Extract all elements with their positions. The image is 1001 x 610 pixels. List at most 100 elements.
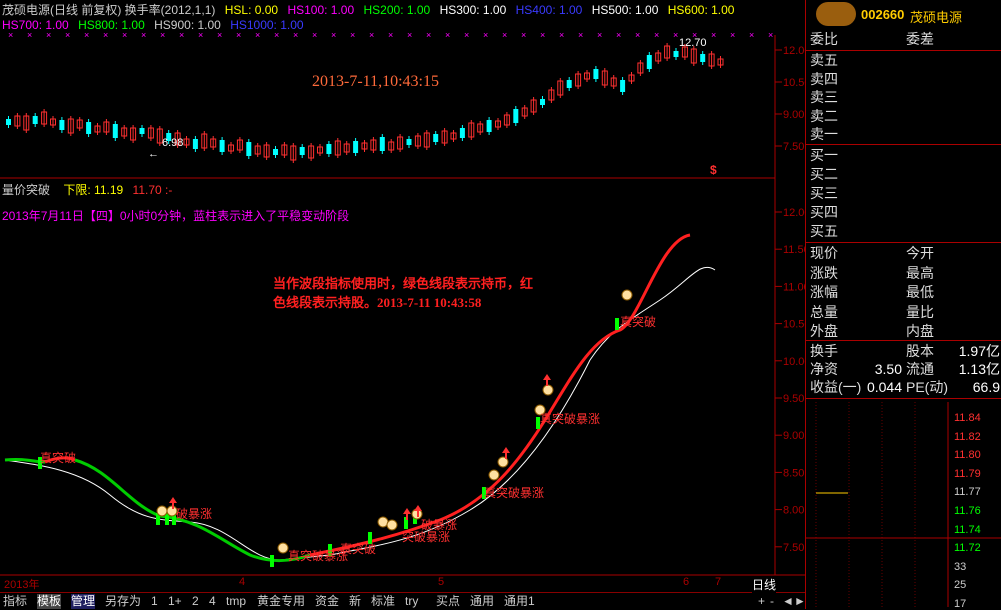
weicha-label: 委差 [906, 31, 934, 47]
quote-stat-label: 内盘 [906, 323, 934, 339]
stock-name[interactable]: 茂硕电源 [910, 7, 962, 26]
signal-x-marker: × [84, 30, 89, 40]
tab-0[interactable]: 指标 [3, 594, 27, 609]
money-bag-icon [277, 542, 289, 554]
money-bag-icon [488, 469, 500, 481]
tab-3[interactable]: 另存为 [105, 594, 141, 609]
signal-x-marker: × [388, 30, 393, 40]
quote-stat-label: 最低 [906, 284, 934, 300]
mini-tick-label: 33 [954, 560, 967, 573]
low-arrow-icon: ← [148, 148, 159, 160]
quote-stat-label: 现价 [810, 245, 838, 261]
indicator-info-line: 2013年7月11日【四】0小时0分钟，蓝柱表示进入了平稳变动阶段 [2, 209, 350, 223]
candle [219, 140, 225, 152]
candle [326, 144, 332, 154]
candle [406, 139, 412, 145]
tab-10[interactable]: 资金 [315, 594, 339, 609]
sell-level-label: 卖四 [810, 70, 838, 87]
tab-6[interactable]: 2 [192, 594, 199, 609]
tab-13[interactable]: try [405, 594, 418, 609]
signal-markers: × × × × × × × × × × × × × × × × × × × × × × × × × × × × × × × × × × × × × × × ×… [8, 30, 773, 40]
nav-button-2[interactable]: ◄ [782, 594, 794, 609]
tab-7[interactable]: 4 [209, 594, 216, 609]
signal-x-marker: × [46, 30, 51, 40]
signal-label: 真突破 [620, 315, 657, 329]
tab-5[interactable]: 1+ [168, 594, 182, 609]
candle [353, 141, 359, 153]
money-bag-icon [156, 505, 168, 517]
tab-8[interactable]: tmp [226, 594, 246, 609]
tab-4[interactable]: 1 [151, 594, 158, 609]
signal-bar [270, 555, 274, 567]
low-price-label: 6.98 [162, 137, 184, 149]
candle [700, 54, 706, 62]
mini-tick-label: 11.72 [954, 542, 981, 555]
signal-x-marker: × [274, 30, 279, 40]
indicator-name[interactable]: 量价突破 [2, 183, 50, 197]
candle [673, 51, 679, 57]
signal-x-marker: × [255, 30, 260, 40]
high-price-label: 12.70 [679, 37, 707, 49]
signal-x-marker: × [483, 30, 488, 40]
signal-x-marker: × [749, 30, 754, 40]
mini-tick-label: 11.84 [954, 412, 981, 424]
money-bag-icon [542, 384, 554, 396]
signal-label: 突破暴涨 [402, 530, 451, 544]
sell-level-label: 卖二 [810, 107, 838, 124]
signal-x-marker: × [502, 30, 507, 40]
signal-x-marker: × [559, 30, 564, 40]
candle [139, 128, 145, 134]
nav-button-1[interactable]: - [770, 594, 774, 609]
indicator-tick-label: 9.00 [783, 430, 804, 442]
signal-x-marker: × [122, 30, 127, 40]
nav-button-3[interactable]: ► [794, 594, 806, 609]
indicator-tick-label: 12.00 [783, 207, 805, 219]
lower-limit-value: 11.19 [94, 183, 124, 197]
candle [192, 139, 198, 149]
indicator-tick-label: 8.00 [783, 505, 804, 517]
indicator-tick-label: 11.00 [783, 281, 805, 293]
tab-1[interactable]: 模板 [37, 594, 62, 609]
tab-12[interactable]: 标准 [371, 594, 395, 609]
period-selector[interactable]: 日线 [752, 578, 777, 593]
template-tabs: 指标 模板 管理 另存为 1 1+ 2 4 tmp 黄金专用 资金新标准 try 买点 通用 通用1 日线 … [0, 578, 806, 610]
indicator-tick-label: 10.00 [783, 356, 805, 368]
quote-stat-label: 总量 [810, 303, 838, 320]
tab-14[interactable]: 买点 [436, 594, 460, 609]
tab-11[interactable]: 新 [349, 594, 361, 609]
tab-15[interactable]: 通用 [470, 594, 494, 609]
candlesticks [6, 43, 724, 163]
tab-16[interactable]: 通用1 [504, 594, 535, 609]
nav-button-0[interactable]: + [758, 594, 765, 609]
mini-tick-label: 11.74 [954, 523, 981, 536]
tab-9[interactable]: 黄金专用 [257, 594, 305, 609]
signal-x-marker: × [103, 30, 108, 40]
stock-code[interactable]: 002660 [861, 7, 904, 22]
quote-stat-label: 今开 [906, 245, 934, 261]
signal-bar [615, 318, 619, 330]
chart-timestamp: 2013-7-11,10:43:15 [312, 73, 439, 90]
candle [112, 124, 118, 138]
mini-tick-label: 11.77 [954, 486, 981, 499]
quote-stat-label: 外盘 [810, 323, 838, 339]
liutong-value: 1.13亿 [958, 361, 1000, 377]
mini-tick-label: 25 [954, 579, 967, 592]
upper-limit-value: 11.70 [132, 183, 162, 197]
x-label-5: 5 [438, 576, 445, 588]
signal-label: 破暴涨 [176, 507, 213, 521]
candle [59, 120, 65, 130]
indicator-tail: :- [165, 183, 173, 197]
tab-2[interactable]: 管理 [71, 594, 96, 609]
indicator-header: 量价突破 下限: 11.19 11.70 :- [2, 181, 172, 198]
shouyi-label: 收益(一) [810, 379, 862, 395]
lower-limit-label: 下限: [63, 183, 91, 197]
upper-price-axis: 12.00 10.50 9.00 7.50 [775, 45, 805, 153]
candle [6, 119, 11, 125]
x-label-4: 4 [239, 576, 246, 588]
signal-x-marker: × [350, 30, 355, 40]
signal-x-marker: × [198, 30, 203, 40]
signal-x-marker: × [65, 30, 70, 40]
signal-label: 真突破 [40, 451, 77, 465]
signal-x-marker: × [236, 30, 241, 40]
mini-tick-label: 11.76 [954, 505, 981, 517]
